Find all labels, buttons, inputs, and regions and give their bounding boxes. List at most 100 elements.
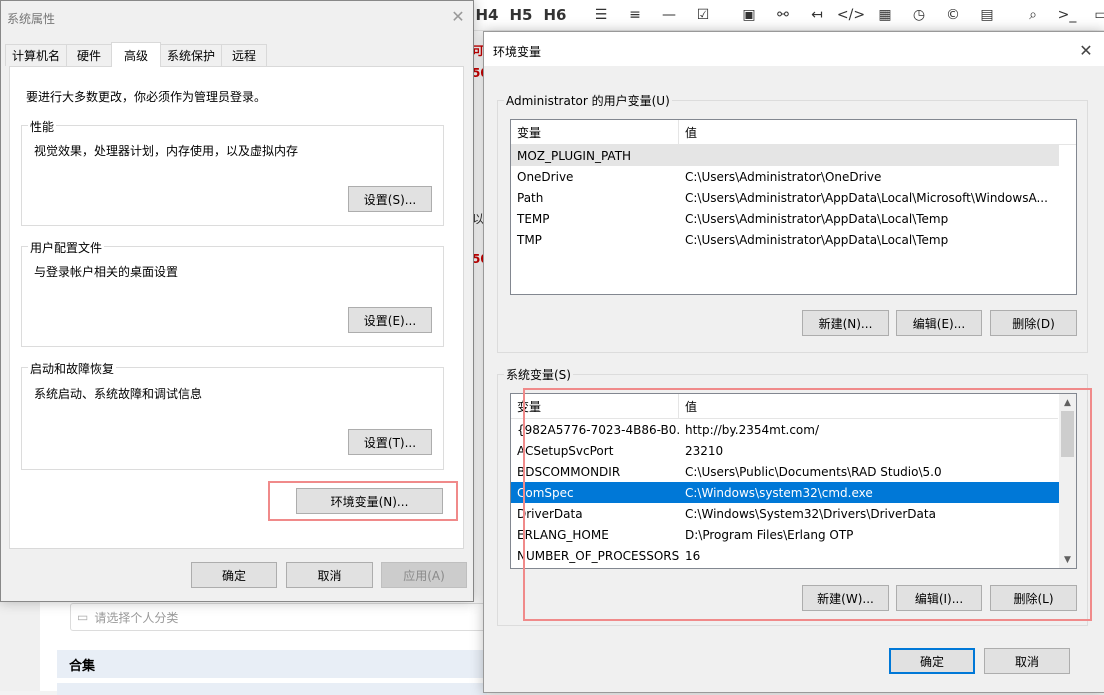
user-new-button[interactable]: 新建(N)...: [802, 310, 889, 336]
startup-recovery-group: 启动和故障恢复 系统启动、系统故障和调试信息 设置(T)...: [21, 360, 444, 470]
tab-advanced[interactable]: 高级: [111, 42, 161, 67]
user-variables-group: Administrator 的用户变量(U) 变量 值 MOZ_PLUGIN_P…: [497, 92, 1088, 353]
ok-button[interactable]: 确定: [889, 648, 975, 674]
admin-note: 要进行大多数更改，你必须作为管理员登录。: [26, 90, 267, 104]
toolbar-button[interactable]: >_: [1050, 0, 1084, 30]
column-value[interactable]: 值: [679, 394, 697, 418]
system-delete-button[interactable]: 删除(L): [990, 585, 1077, 611]
title-bar: 系统属性 ✕: [1, 1, 473, 31]
toolbar-button[interactable]: ◷: [902, 0, 936, 30]
variable-value: http://by.2354mt.com/: [685, 422, 820, 437]
column-variable[interactable]: 变量: [511, 394, 679, 418]
close-icon[interactable]: ✕: [447, 5, 469, 27]
variable-value: C:\Users\Administrator\AppData\Local\Tem…: [685, 211, 949, 226]
toolbar-button[interactable]: ⚯: [766, 0, 800, 30]
system-edit-button[interactable]: 编辑(I)...: [896, 585, 982, 611]
table-row[interactable]: MOZ_PLUGIN_PATH: [511, 145, 1059, 166]
variable-value: 23210: [685, 443, 724, 458]
user-profiles-settings-button[interactable]: 设置(E)...: [348, 307, 432, 333]
collection-section[interactable]: 合集: [57, 650, 499, 678]
environment-variables-button[interactable]: 环境变量(N)...: [296, 488, 443, 514]
editor-toolbar: H4 H5 H6 ☰ ≡ — ☑ ▣ ⚯ ↤ </> ▦ ◷ © ▤ ⌕ >_ ▭: [470, 0, 1104, 31]
window-title: 系统属性: [7, 12, 56, 26]
table-row[interactable]: Path C:\Users\Administrator\AppData\Local…: [511, 187, 1059, 208]
category-placeholder: 请选择个人分类: [94, 610, 179, 625]
system-properties-window: 系统属性 ✕ 计算机名 硬件 高级 系统保护 远程 要进行大多数更改，你必须作为…: [0, 0, 474, 602]
variable-name: OneDrive: [517, 169, 574, 184]
table-row[interactable]: DriverData C:\Windows\System32\Drivers\Dr…: [511, 503, 1059, 524]
close-icon[interactable]: ✕: [1075, 39, 1097, 61]
table-row[interactable]: BDSCOMMONDIR C:\Users\Public\Documents\RA…: [511, 461, 1059, 482]
tab-system-protection[interactable]: 系统保护: [160, 44, 222, 66]
variable-value: D:\Program Files\Erlang OTP: [685, 527, 854, 542]
performance-group: 性能 视觉效果，处理器计划，内存使用，以及虚拟内存 设置(S)...: [21, 118, 444, 226]
user-profiles-desc: 与登录帐户相关的桌面设置: [34, 265, 179, 279]
toolbar-button[interactable]: ▣: [732, 0, 766, 30]
list-header: 变量 值: [511, 120, 1076, 145]
variable-name: {982A5776-7023-4B86-B0...: [517, 422, 679, 437]
toolbar-button[interactable]: H4: [470, 0, 504, 30]
editor-gutter: [0, 600, 40, 691]
scroll-down-icon[interactable]: ▼: [1059, 551, 1076, 568]
user-edit-button[interactable]: 编辑(E)...: [896, 310, 982, 336]
cancel-button[interactable]: 取消: [984, 648, 1070, 674]
toolbar-button[interactable]: ≡: [618, 0, 652, 30]
table-row[interactable]: NUMBER_OF_PROCESSORS 16: [511, 545, 1059, 566]
user-delete-button[interactable]: 删除(D): [990, 310, 1077, 336]
startup-recovery-settings-button[interactable]: 设置(T)...: [348, 429, 432, 455]
category-select[interactable]: ▭ 请选择个人分类: [70, 603, 498, 631]
toolbar-button[interactable]: ⌕: [1016, 0, 1050, 30]
toolbar-button[interactable]: ©: [936, 0, 970, 30]
toolbar-button[interactable]: —: [652, 0, 686, 30]
scroll-up-icon[interactable]: ▲: [1059, 394, 1076, 411]
cancel-button[interactable]: 取消: [286, 562, 373, 588]
user-variables-label: Administrator 的用户变量(U): [504, 92, 672, 109]
toolbar-button[interactable]: ☑: [686, 0, 720, 30]
variable-name: ACSetupSvcPort: [517, 443, 614, 458]
scroll-thumb[interactable]: [1061, 411, 1074, 457]
ok-button[interactable]: 确定: [191, 562, 277, 588]
table-row[interactable]: ERLANG_HOME D:\Program Files\Erlang OTP: [511, 524, 1059, 545]
variable-value: C:\Users\Public\Documents\RAD Studio\5.0: [685, 464, 942, 479]
table-row[interactable]: ACSetupSvcPort 23210: [511, 440, 1059, 461]
toolbar-button[interactable]: H5: [504, 0, 538, 30]
toolbar-button[interactable]: ▤: [970, 0, 1004, 30]
system-variables-group: 系统变量(S) 变量 值 {982A5776-7023-4B86-B0... ht…: [497, 366, 1088, 626]
variable-name: ComSpec: [517, 485, 574, 500]
system-variables-list[interactable]: 变量 值 {982A5776-7023-4B86-B0... http://by.…: [510, 393, 1077, 569]
tab-computer-name[interactable]: 计算机名: [5, 44, 67, 66]
column-value[interactable]: 值: [679, 120, 697, 144]
variable-value: C:\Windows\system32\cmd.exe: [685, 485, 873, 500]
table-row[interactable]: ComSpec C:\Windows\system32\cmd.exe: [511, 482, 1059, 503]
toolbar-button[interactable]: </>: [834, 0, 868, 30]
toolbar-button[interactable]: ↤: [800, 0, 834, 30]
variable-name: NUMBER_OF_PROCESSORS: [517, 548, 679, 563]
system-variables-label: 系统变量(S): [504, 366, 573, 383]
apply-button[interactable]: 应用(A): [381, 562, 467, 588]
tab-hardware[interactable]: 硬件: [66, 44, 112, 66]
toolbar-button[interactable]: H6: [538, 0, 572, 30]
table-row[interactable]: {982A5776-7023-4B86-B0... http://by.2354m…: [511, 419, 1059, 440]
toolbar-button[interactable]: ▦: [868, 0, 902, 30]
user-variables-list[interactable]: 变量 值 MOZ_PLUGIN_PATH OneDrive C:\Users\Adm…: [510, 119, 1077, 295]
toolbar-button[interactable]: ▭: [1084, 0, 1104, 30]
section-header: [57, 683, 487, 695]
column-variable[interactable]: 变量: [511, 120, 679, 144]
startup-recovery-label: 启动和故障恢复: [28, 360, 117, 377]
performance-settings-button[interactable]: 设置(S)...: [348, 186, 432, 212]
variable-value: C:\Users\Administrator\AppData\Local\Mic…: [685, 190, 1048, 205]
startup-recovery-desc: 系统启动、系统故障和调试信息: [34, 387, 203, 401]
tab-remote[interactable]: 远程: [221, 44, 267, 66]
table-row[interactable]: TEMP C:\Users\Administrator\AppData\Local…: [511, 208, 1059, 229]
variable-name: MOZ_PLUGIN_PATH: [517, 148, 632, 163]
variable-value: C:\Windows\System32\Drivers\DriverData: [685, 506, 936, 521]
table-row[interactable]: OneDrive C:\Users\Administrator\OneDrive: [511, 166, 1059, 187]
table-row[interactable]: TMP C:\Users\Administrator\AppData\Local\…: [511, 229, 1059, 250]
performance-label: 性能: [28, 118, 57, 135]
toolbar-button[interactable]: ☰: [584, 0, 618, 30]
variable-value: 16: [685, 548, 701, 563]
title-bar: 环境变量 ✕: [484, 32, 1104, 66]
variable-name: TMP: [517, 232, 542, 247]
system-list-scrollbar[interactable]: ▲ ▼: [1059, 394, 1076, 568]
system-new-button[interactable]: 新建(W)...: [802, 585, 889, 611]
